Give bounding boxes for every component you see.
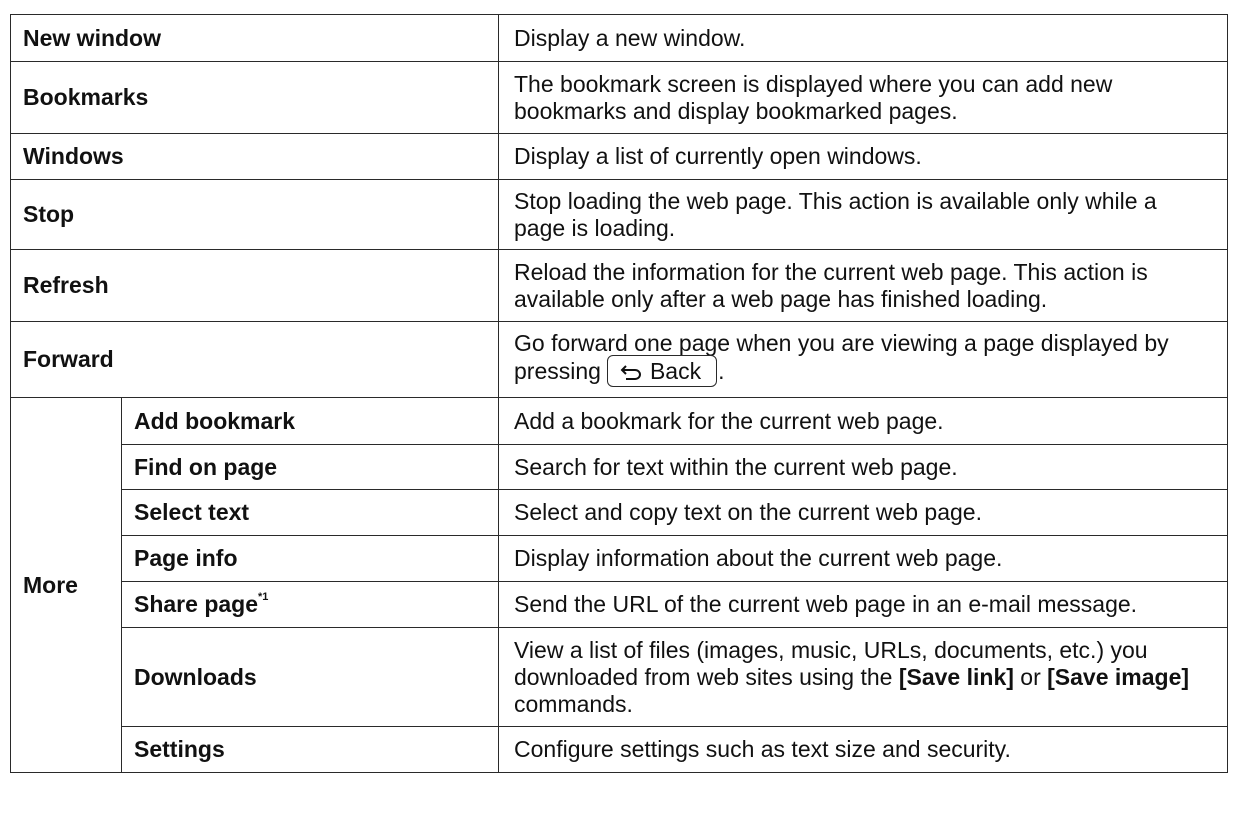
back-arrow-icon — [620, 356, 642, 386]
more-item-find-on-page: Find on page — [121, 444, 499, 490]
table-row: Select text Select and copy text on the … — [11, 489, 1228, 536]
row-desc-bookmarks: The bookmark screen is displayed where y… — [498, 61, 1228, 134]
downloads-desc-part3: commands. — [514, 690, 633, 717]
more-desc-downloads: View a list of files (images, music, URL… — [498, 627, 1228, 727]
menu-options-table: New window Display a new window. Bookmar… — [10, 14, 1228, 773]
save-image-command: [Save image] — [1047, 663, 1190, 690]
more-item-downloads: Downloads — [121, 627, 499, 727]
row-desc-windows: Display a list of currently open windows… — [498, 133, 1228, 180]
row-desc-new-window: Display a new window. — [498, 14, 1228, 62]
table-row: Settings Configure settings such as text… — [11, 726, 1228, 773]
downloads-desc-part2: or — [1020, 663, 1041, 690]
table-row: Stop Stop loading the web page. This act… — [10, 179, 1228, 250]
more-desc-select-text: Select and copy text on the current web … — [498, 489, 1228, 536]
row-label-stop: Stop — [10, 179, 499, 250]
table-row: Page info Display information about the … — [11, 535, 1228, 582]
table-row: Find on page Search for text within the … — [11, 444, 1228, 490]
row-desc-forward: Go forward one page when you are viewing… — [498, 321, 1228, 398]
more-desc-add-bookmark: Add a bookmark for the current web page. — [498, 397, 1228, 445]
row-desc-stop: Stop loading the web page. This action i… — [498, 179, 1228, 250]
more-desc-page-info: Display information about the current we… — [498, 535, 1228, 582]
table-row: New window Display a new window. — [10, 14, 1228, 62]
row-label-bookmarks: Bookmarks — [10, 61, 499, 134]
table-row: Share page*1 Send the URL of the current… — [11, 581, 1228, 628]
table-row: Downloads View a list of files (images, … — [11, 627, 1228, 727]
back-key-label: Back — [649, 358, 702, 384]
more-group-label: More — [10, 397, 122, 773]
more-item-settings: Settings — [121, 726, 499, 773]
table-row: Bookmarks The bookmark screen is display… — [10, 61, 1228, 134]
row-desc-refresh: Reload the information for the current w… — [498, 249, 1228, 322]
more-item-share-page: Share page*1 — [121, 581, 499, 628]
share-page-label: Share page — [134, 591, 258, 617]
more-desc-share-page: Send the URL of the current web page in … — [498, 581, 1228, 628]
footnote-marker: *1 — [258, 591, 269, 603]
row-label-refresh: Refresh — [10, 249, 499, 322]
menu-table: New window Display a new window. Bookmar… — [10, 14, 1228, 773]
back-key: Back — [606, 355, 718, 387]
save-link-command: [Save link] — [898, 663, 1014, 690]
more-desc-settings: Configure settings such as text size and… — [498, 726, 1228, 773]
more-item-add-bookmark: Add bookmark — [121, 397, 499, 445]
forward-desc-suffix: . — [718, 358, 725, 385]
more-item-select-text: Select text — [121, 489, 499, 536]
more-desc-find-on-page: Search for text within the current web p… — [498, 444, 1228, 490]
table-row: Windows Display a list of currently open… — [10, 133, 1228, 180]
table-row: More Add bookmark Add a bookmark for the… — [10, 397, 1228, 773]
row-label-windows: Windows — [10, 133, 499, 180]
row-label-new-window: New window — [10, 14, 499, 62]
row-label-forward: Forward — [10, 321, 499, 398]
more-item-page-info: Page info — [121, 535, 499, 582]
table-row: Refresh Reload the information for the c… — [10, 249, 1228, 322]
table-row: Forward Go forward one page when you are… — [10, 321, 1228, 398]
